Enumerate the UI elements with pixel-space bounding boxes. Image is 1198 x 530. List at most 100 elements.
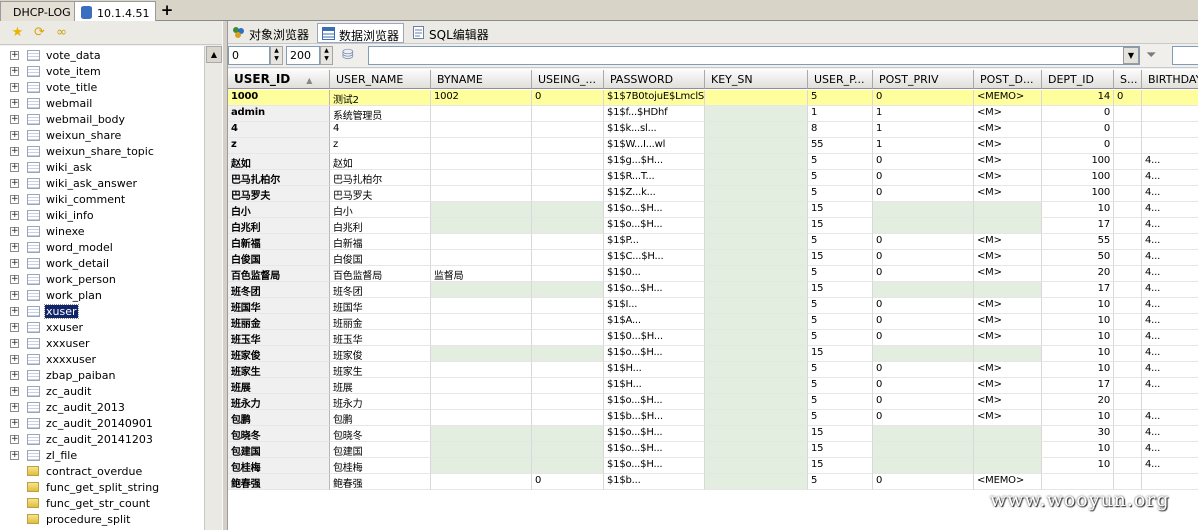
limit-input[interactable]: 200 [286, 46, 320, 65]
grid-cell-byname[interactable] [431, 298, 532, 314]
grid-cell-birthday[interactable]: 4... [1142, 314, 1198, 330]
grid-cell-password[interactable]: $1$o...$H... [604, 442, 705, 458]
grid-cell-user-name[interactable]: 白俊国 [330, 250, 431, 266]
expand-icon[interactable]: + [10, 307, 19, 316]
expand-icon[interactable]: + [10, 275, 19, 284]
grid-cell-key-sn[interactable] [705, 234, 808, 250]
grid-cell-user-name[interactable]: 班玉华 [330, 330, 431, 346]
tree-item-table[interactable]: + zc_audit [0, 384, 204, 400]
grid-cell-byname[interactable] [431, 474, 532, 490]
expand-icon[interactable]: + [10, 51, 19, 60]
grid-cell-useing[interactable] [532, 298, 604, 314]
tree-item-table[interactable]: + wiki_ask [0, 160, 204, 176]
column-header-password[interactable]: PASSWORD [604, 70, 705, 89]
grid-cell-dept-id[interactable]: 10 [1042, 314, 1114, 330]
grid-cell-useing[interactable] [532, 234, 604, 250]
grid-cell-key-sn[interactable] [705, 394, 808, 410]
grid-cell-user-priv[interactable]: 5 [808, 410, 873, 426]
grid-cell-user-priv[interactable]: 15 [808, 346, 873, 362]
grid-cell-user-id[interactable]: 赵如 [228, 154, 330, 170]
grid-cell-user-priv[interactable]: 5 [808, 90, 873, 106]
tree-item-table[interactable]: + vote_title [0, 80, 204, 96]
grid-cell-user-priv[interactable]: 5 [808, 378, 873, 394]
grid-cell-dept-id[interactable]: 17 [1042, 378, 1114, 394]
grid-cell-post-dept[interactable]: <M> [974, 410, 1042, 426]
grid-cell-post-dept[interactable] [974, 282, 1042, 298]
grid-cell-user-id[interactable]: 巴马扎柏尔 [228, 170, 330, 186]
grid-cell-key-sn[interactable] [705, 90, 808, 106]
grid-cell-dept-id[interactable]: 10 [1042, 362, 1114, 378]
expand-icon[interactable]: + [10, 435, 19, 444]
grid-cell-post-dept[interactable] [974, 426, 1042, 442]
grid-cell-password[interactable]: $1$o...$H... [604, 426, 705, 442]
grid-cell-useing[interactable] [532, 170, 604, 186]
grid-cell-password[interactable]: $1$o...$H... [604, 458, 705, 474]
grid-cell-user-id[interactable]: admin [228, 106, 330, 122]
grid-cell-post-priv[interactable]: 0 [873, 234, 974, 250]
grid-cell-post-dept[interactable]: <M> [974, 170, 1042, 186]
grid-cell-s[interactable] [1114, 330, 1142, 346]
grid-cell-post-priv[interactable]: 0 [873, 298, 974, 314]
grid-cell-user-name[interactable]: 班丽金 [330, 314, 431, 330]
grid-cell-post-priv[interactable]: 0 [873, 266, 974, 282]
expand-icon[interactable]: + [10, 147, 19, 156]
grid-cell-birthday[interactable]: 4... [1142, 442, 1198, 458]
grid-cell-user-id[interactable]: 班丽金 [228, 314, 330, 330]
tree-item-function[interactable]: func_get_split_string [0, 480, 204, 496]
grid-cell-useing[interactable] [532, 218, 604, 234]
grid-cell-user-id[interactable]: 包晓冬 [228, 426, 330, 442]
grid-cell-post-priv[interactable] [873, 442, 974, 458]
grid-cell-dept-id[interactable]: 0 [1042, 106, 1114, 122]
grid-cell-post-priv[interactable]: 0 [873, 362, 974, 378]
tree-item-table[interactable]: + work_plan [0, 288, 204, 304]
grid-cell-dept-id[interactable]: 100 [1042, 170, 1114, 186]
tree-item-table[interactable]: + weixun_share_topic [0, 144, 204, 160]
tab-sql-editor[interactable]: SQL编辑器 [408, 23, 493, 43]
grid-cell-user-name[interactable]: 白小 [330, 202, 431, 218]
grid-cell-key-sn[interactable] [705, 474, 808, 490]
filter-input[interactable] [368, 46, 1140, 65]
grid-cell-user-name[interactable]: 测试2 [330, 90, 431, 106]
grid-cell-birthday[interactable] [1142, 122, 1198, 138]
expand-icon[interactable]: + [10, 227, 19, 236]
tree-item-table[interactable]: + zbap_paiban [0, 368, 204, 384]
grid-cell-post-priv[interactable]: 0 [873, 330, 974, 346]
grid-cell-user-id[interactable]: 班永力 [228, 394, 330, 410]
grid-cell-user-id[interactable]: 鲍春强 [228, 474, 330, 490]
grid-cell-byname[interactable] [431, 186, 532, 202]
grid-cell-useing[interactable] [532, 250, 604, 266]
grid-cell-s[interactable] [1114, 218, 1142, 234]
grid-cell-birthday[interactable]: 4... [1142, 154, 1198, 170]
column-header-key-sn[interactable]: KEY_SN [705, 70, 808, 89]
grid-cell-birthday[interactable]: 4... [1142, 298, 1198, 314]
grid-cell-useing[interactable] [532, 442, 604, 458]
grid-cell-byname[interactable] [431, 362, 532, 378]
grid-cell-user-id[interactable]: 4 [228, 122, 330, 138]
grid-cell-s[interactable] [1114, 170, 1142, 186]
grid-cell-post-priv[interactable]: 0 [873, 314, 974, 330]
grid-cell-password[interactable]: $1$o...$H... [604, 218, 705, 234]
grid-cell-useing[interactable] [532, 362, 604, 378]
grid-cell-s[interactable] [1114, 234, 1142, 250]
grid-cell-key-sn[interactable] [705, 282, 808, 298]
grid-cell-user-name[interactable]: 巴马罗夫 [330, 186, 431, 202]
grid-cell-birthday[interactable] [1142, 106, 1198, 122]
grid-cell-birthday[interactable] [1142, 90, 1198, 106]
grid-cell-useing[interactable] [532, 154, 604, 170]
tree-item-table[interactable]: + vote_item [0, 64, 204, 80]
grid-cell-dept-id[interactable]: 20 [1042, 394, 1114, 410]
grid-cell-post-dept[interactable] [974, 218, 1042, 234]
grid-cell-user-priv[interactable]: 15 [808, 426, 873, 442]
grid-cell-byname[interactable] [431, 346, 532, 362]
grid-cell-post-priv[interactable]: 0 [873, 154, 974, 170]
grid-cell-birthday[interactable] [1142, 474, 1198, 490]
grid-cell-post-priv[interactable]: 0 [873, 410, 974, 426]
grid-cell-post-priv[interactable]: 1 [873, 106, 974, 122]
expand-icon[interactable]: + [10, 259, 19, 268]
grid-cell-key-sn[interactable] [705, 266, 808, 282]
grid-cell-post-priv[interactable]: 1 [873, 122, 974, 138]
grid-cell-post-priv[interactable]: 0 [873, 474, 974, 490]
grid-cell-user-priv[interactable]: 5 [808, 314, 873, 330]
expand-icon[interactable]: + [10, 179, 19, 188]
secondary-filter-input[interactable] [1172, 46, 1198, 65]
